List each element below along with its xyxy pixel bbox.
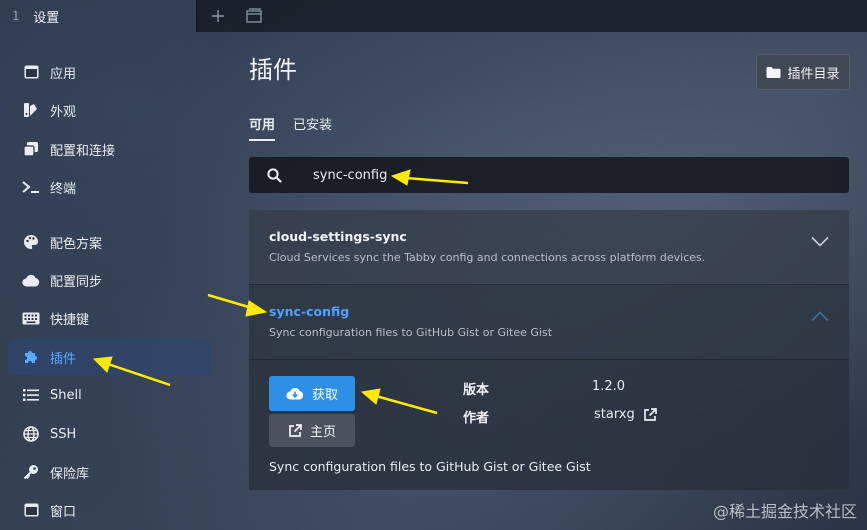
plugin-detail-panel: 获取 主页 版本 1.2.0 作者 starxg Sync configurat… — [249, 360, 849, 490]
profiles-button[interactable] — [245, 8, 263, 24]
search-icon — [249, 167, 299, 183]
cloud-icon — [22, 271, 40, 289]
sidebar-item-label: 快捷键 — [50, 312, 90, 328]
profiles-icon — [22, 140, 40, 158]
list-icon — [22, 386, 40, 404]
homepage-button[interactable]: 主页 — [269, 414, 355, 447]
sidebar-item-label: 保险库 — [50, 466, 90, 482]
sidebar-item-hotkeys[interactable]: 快捷键 — [8, 300, 210, 336]
sidebar-item-shell[interactable]: Shell — [8, 377, 210, 413]
new-tab-button[interactable] — [211, 9, 225, 23]
sidebar-item-label: 配置同步 — [50, 274, 103, 290]
sidebar-item-application[interactable]: 应用 — [8, 54, 210, 90]
external-link-icon — [289, 423, 302, 437]
external-link-icon — [643, 407, 657, 421]
folder-icon — [766, 66, 781, 78]
tab-settings[interactable]: 1 设置 — [0, 0, 196, 32]
sidebar-item-label: SSH — [50, 426, 77, 442]
author-label: 作者 — [463, 411, 490, 426]
tab-available[interactable]: 可用 — [249, 114, 276, 141]
version-text: 1.2.0 — [592, 379, 626, 394]
plugin-name: cloud-settings-sync — [269, 229, 407, 244]
cloud-download-icon — [286, 387, 304, 400]
page-title: 插件 — [249, 56, 297, 84]
plus-icon — [212, 10, 224, 22]
palette-icon — [22, 233, 40, 251]
keyboard-icon — [22, 309, 40, 327]
sidebar-item-label: 插件 — [50, 351, 77, 367]
tab-installed[interactable]: 已安装 — [293, 114, 332, 141]
chevron-up-icon[interactable] — [811, 311, 829, 322]
key-icon — [22, 463, 40, 481]
sidebar-item-terminal[interactable]: 终端 — [8, 169, 210, 205]
sidebar-item-label: 配色方案 — [50, 236, 103, 252]
tab-strip — [196, 0, 867, 32]
plugin-description: Cloud Services sync the Tabby config and… — [269, 251, 706, 264]
version-value: 1.2.0 — [592, 379, 625, 394]
watermark: @稀土掘金技术社区 — [712, 502, 857, 521]
plugin-name: sync-config — [269, 304, 350, 319]
plugin-tabs: 可用 已安装 — [249, 114, 332, 141]
terminal-icon — [22, 178, 40, 196]
homepage-label: 主页 — [309, 425, 336, 440]
plugin-search — [249, 157, 849, 193]
plugin-item-cloud-settings-sync[interactable]: cloud-settings-sync Cloud Services sync … — [249, 210, 849, 285]
plugin-description: Sync configuration files to GitHub Gist … — [269, 326, 553, 339]
sidebar-item-plugins[interactable]: 插件 — [8, 339, 210, 375]
search-input[interactable] — [299, 157, 849, 193]
sidebar-item-profiles[interactable]: 配置和连接 — [8, 131, 210, 167]
sidebar-item-window[interactable]: 窗口 — [8, 492, 210, 528]
sidebar-item-ssh[interactable]: SSH — [8, 416, 210, 452]
plugin-full-description: Sync configuration files to GitHub Gist … — [269, 459, 591, 474]
plugin-list: cloud-settings-sync Cloud Services sync … — [249, 210, 849, 490]
plugin-directory-label: 插件目录 — [787, 66, 840, 82]
author-name: starxg — [594, 407, 635, 422]
top-bar: 1 设置 — [0, 0, 867, 32]
settings-sidebar: 应用 外观 配置和连接 终端 配色方案 配置同步 快捷键 插件 Shell SS… — [0, 32, 218, 530]
puzzle-icon — [22, 348, 40, 366]
globe-icon — [22, 425, 40, 443]
sidebar-item-label: 窗口 — [50, 504, 77, 520]
get-plugin-label: 获取 — [311, 388, 338, 403]
author-link[interactable]: starxg — [594, 407, 657, 422]
window-icon — [22, 63, 40, 81]
plugin-directory-button[interactable]: 插件目录 — [756, 54, 850, 90]
window-icon — [22, 501, 40, 519]
chevron-down-icon[interactable] — [811, 236, 829, 247]
sidebar-item-vault[interactable]: 保险库 — [8, 454, 210, 490]
appearance-icon — [22, 101, 40, 119]
sidebar-item-label: 应用 — [50, 66, 77, 82]
version-label: 版本 — [463, 383, 490, 398]
window-icon — [246, 8, 262, 23]
tab-index: 1 — [12, 9, 20, 23]
sidebar-item-label: 配置和连接 — [50, 143, 116, 159]
plugin-item-sync-config[interactable]: sync-config Sync configuration files to … — [249, 285, 849, 360]
sidebar-item-label: 外观 — [50, 104, 77, 120]
sidebar-item-label: Shell — [50, 387, 82, 403]
sidebar-item-label: 终端 — [50, 181, 77, 197]
get-plugin-button[interactable]: 获取 — [269, 376, 355, 411]
plugins-page: 插件 插件目录 可用 已安装 cloud-settings-sync Cloud… — [218, 32, 867, 530]
sidebar-item-appearance[interactable]: 外观 — [8, 92, 210, 128]
tab-title: 设置 — [33, 10, 60, 26]
sidebar-item-config-sync[interactable]: 配置同步 — [8, 262, 210, 298]
sidebar-item-color-scheme[interactable]: 配色方案 — [8, 224, 210, 260]
